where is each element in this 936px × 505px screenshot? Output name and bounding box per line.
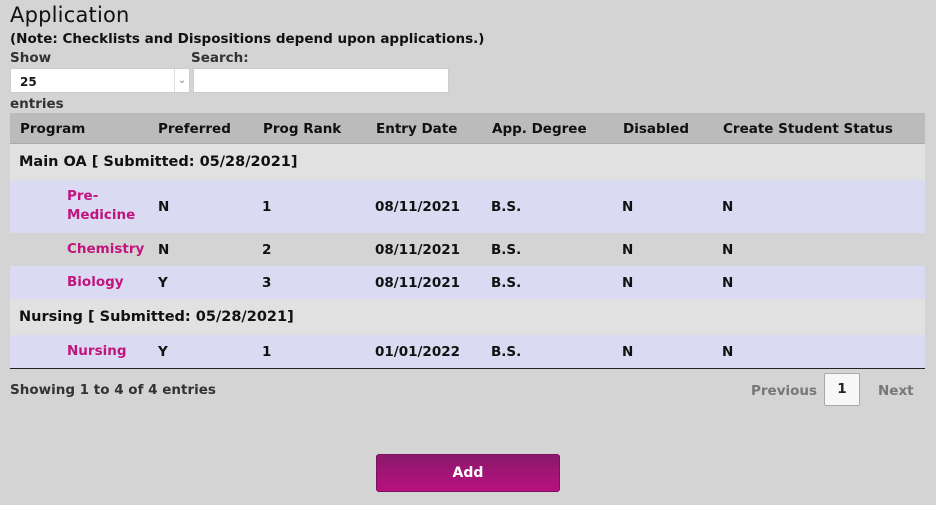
create-status-cell: N: [722, 199, 734, 215]
disabled-cell: N: [622, 199, 634, 215]
entry-date-cell: 01/01/2022: [375, 344, 461, 360]
entry-date-cell: 08/11/2021: [375, 199, 461, 215]
rank-cell: 3: [262, 275, 272, 291]
add-button[interactable]: Add: [376, 454, 560, 492]
preferred-cell: N: [158, 199, 170, 215]
column-header-disabled[interactable]: Disabled: [623, 121, 689, 137]
column-header-app-degree[interactable]: App. Degree: [492, 121, 587, 137]
create-status-cell: N: [722, 275, 734, 291]
disabled-cell: N: [622, 275, 634, 291]
entries-label: entries: [10, 96, 64, 112]
table-info: Showing 1 to 4 of 4 entries: [10, 382, 216, 398]
page-title: Application: [10, 3, 130, 27]
group-title: Main OA [ Submitted: 05/28/2021]: [19, 154, 298, 170]
table-row: Biology Y 3 08/11/2021 B.S. N N: [10, 266, 925, 299]
program-link-nursing[interactable]: Nursing: [67, 342, 127, 361]
column-header-prog-rank[interactable]: Prog Rank: [263, 121, 341, 137]
table-bottom-border: [10, 368, 925, 369]
program-link-biology[interactable]: Biology: [67, 273, 124, 292]
rank-cell: 2: [262, 242, 272, 258]
page-note: (Note: Checklists and Dispositions depen…: [10, 31, 485, 47]
disabled-cell: N: [622, 242, 634, 258]
show-label: Show: [10, 50, 52, 66]
create-status-cell: N: [722, 242, 734, 258]
table-row: Nursing Y 1 01/01/2022 B.S. N N: [10, 335, 925, 368]
column-header-program[interactable]: Program: [20, 121, 85, 137]
group-title: Nursing [ Submitted: 05/28/2021]: [19, 309, 294, 325]
preferred-cell: Y: [158, 344, 168, 360]
rank-cell: 1: [262, 199, 272, 215]
table-header: Program Preferred Prog Rank Entry Date A…: [10, 113, 925, 144]
entry-date-cell: 08/11/2021: [375, 242, 461, 258]
chevron-down-icon[interactable]: ⌄: [174, 69, 189, 92]
entry-date-cell: 08/11/2021: [375, 275, 461, 291]
degree-cell: B.S.: [491, 344, 522, 360]
group-header-main-oa: Main OA [ Submitted: 05/28/2021]: [10, 144, 925, 180]
column-header-entry-date[interactable]: Entry Date: [376, 121, 457, 137]
page-length-value: 25: [20, 75, 37, 89]
program-link-pre-medicine[interactable]: Pre- Medicine: [67, 187, 135, 225]
search-input[interactable]: [193, 68, 449, 93]
program-link-chemistry[interactable]: Chemistry: [67, 240, 144, 259]
rank-cell: 1: [262, 344, 272, 360]
page-length-select[interactable]: 25 ⌄: [10, 68, 190, 93]
previous-page-button[interactable]: Previous: [751, 383, 817, 399]
next-page-button[interactable]: Next: [878, 383, 914, 399]
column-header-preferred[interactable]: Preferred: [158, 121, 231, 137]
table-row: Pre- Medicine N 1 08/11/2021 B.S. N N: [10, 180, 925, 233]
table-row: Chemistry N 2 08/11/2021 B.S. N N: [10, 233, 925, 266]
degree-cell: B.S.: [491, 199, 522, 215]
preferred-cell: Y: [158, 275, 168, 291]
degree-cell: B.S.: [491, 275, 522, 291]
applications-table: Program Preferred Prog Rank Entry Date A…: [10, 113, 925, 369]
group-header-nursing: Nursing [ Submitted: 05/28/2021]: [10, 299, 925, 335]
degree-cell: B.S.: [491, 242, 522, 258]
column-header-create-student-status[interactable]: Create Student Status: [723, 121, 893, 137]
search-label: Search:: [191, 50, 249, 66]
page-1-button[interactable]: 1: [824, 373, 860, 406]
disabled-cell: N: [622, 344, 634, 360]
preferred-cell: N: [158, 242, 170, 258]
create-status-cell: N: [722, 344, 734, 360]
